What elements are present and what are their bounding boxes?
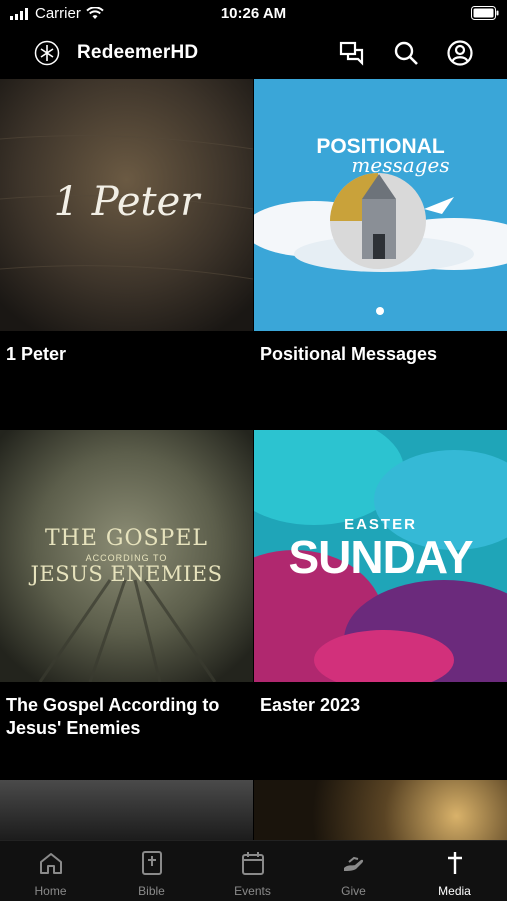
app-title: RedeemerHD: [77, 42, 199, 63]
cross-icon: [448, 852, 462, 874]
series-title[interactable]: Easter 2023: [260, 694, 500, 717]
tab-media[interactable]: Media: [404, 841, 505, 901]
tab-give[interactable]: Give: [303, 841, 404, 901]
artwork-line-3: JESUS ENEMIES: [30, 562, 223, 586]
battery-icon: [471, 6, 499, 20]
church-logo-icon[interactable]: [34, 40, 60, 66]
series-artwork[interactable]: POSITIONAL messages: [254, 79, 507, 331]
status-time: 10:26 AM: [220, 5, 287, 22]
series-title[interactable]: Positional Messages: [260, 343, 500, 366]
status-bar: Carrier 10:26 AM: [0, 0, 507, 28]
tab-home[interactable]: Home: [0, 841, 101, 901]
tab-label: Media: [438, 884, 471, 898]
tab-events[interactable]: Events: [202, 841, 303, 901]
tab-label: Events: [234, 884, 271, 898]
artwork-title: 1 Peter: [53, 179, 200, 225]
tab-label: Give: [341, 884, 366, 898]
series-artwork[interactable]: THE GOSPEL ACCORDING TO JESUS ENEMIES: [0, 430, 253, 682]
artwork-line-1: THE GOSPEL: [44, 526, 209, 551]
artwork-script: messages: [351, 153, 450, 177]
artwork-line-2: SUNDAY: [288, 531, 473, 583]
search-icon[interactable]: [392, 39, 420, 67]
series-artwork[interactable]: [0, 780, 253, 840]
profile-icon[interactable]: [446, 39, 474, 67]
tab-bible[interactable]: Bible: [101, 841, 202, 901]
calendar-icon: [242, 852, 264, 875]
series-artwork[interactable]: [254, 780, 507, 840]
app-header: RedeemerHD: [0, 28, 507, 78]
series-artwork[interactable]: 1 Peter: [0, 79, 253, 331]
chat-icon[interactable]: [338, 39, 366, 67]
bible-icon: [142, 851, 162, 875]
home-icon: [40, 853, 62, 874]
give-icon: [344, 856, 364, 871]
tab-label: Bible: [138, 884, 165, 898]
tab-bar: Home Bible Events Give Media: [0, 840, 507, 901]
series-title[interactable]: The Gospel According to Jesus' Enemies: [6, 694, 246, 740]
series-artwork[interactable]: EASTER SUNDAY: [254, 430, 507, 682]
series-title[interactable]: 1 Peter: [6, 343, 246, 366]
tab-label: Home: [34, 884, 67, 898]
